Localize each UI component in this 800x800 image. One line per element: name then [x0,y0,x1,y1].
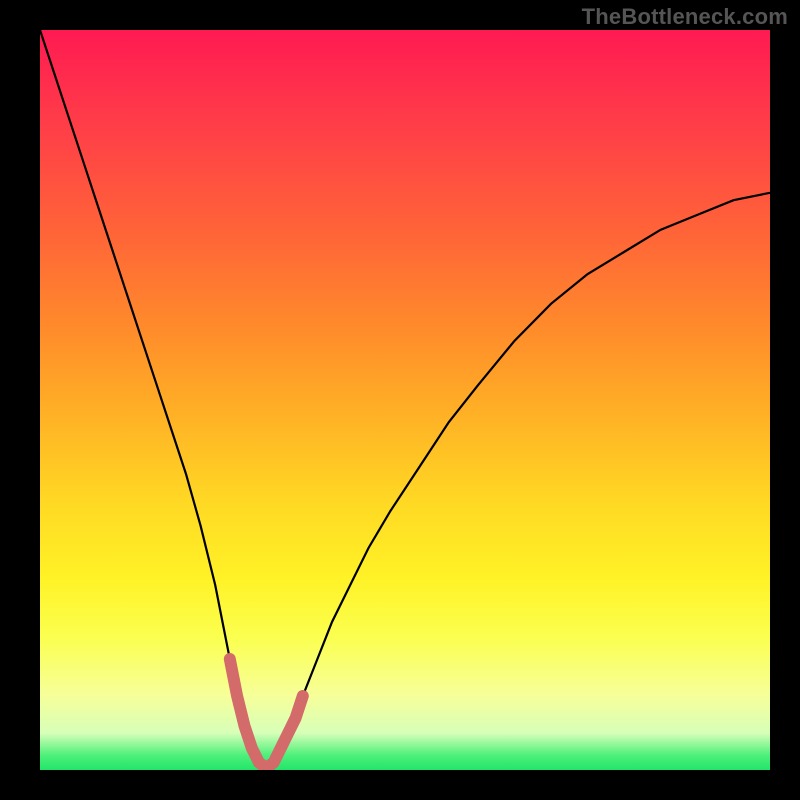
bottleneck-curve [40,30,770,770]
chart-root: TheBottleneck.com [0,0,800,800]
watermark-text: TheBottleneck.com [582,4,788,30]
near-minimum-marker [230,659,303,768]
plot-gradient-background [40,30,770,770]
curve-layer [40,30,770,770]
